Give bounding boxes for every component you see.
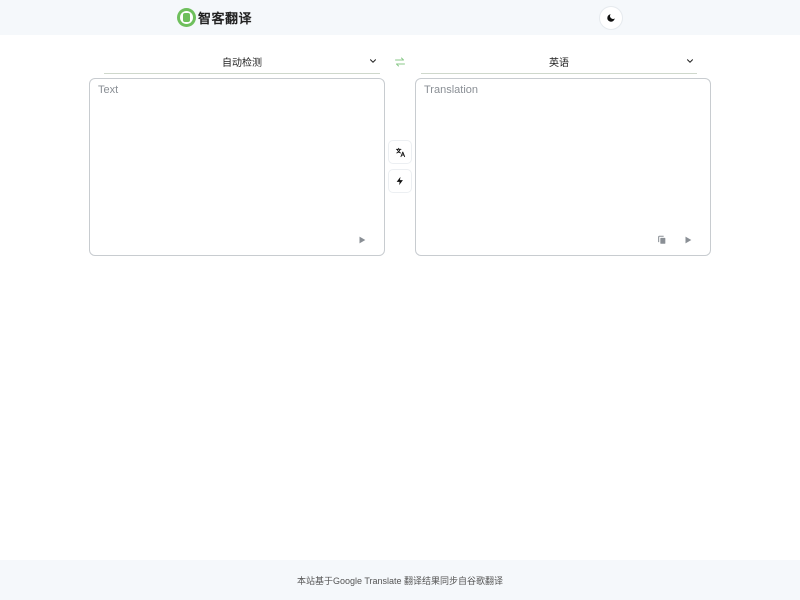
site-logo[interactable]: 智客翻译 bbox=[177, 7, 252, 28]
source-speak-button[interactable] bbox=[356, 234, 368, 246]
swap-languages-button[interactable] bbox=[391, 53, 409, 71]
source-text-input[interactable] bbox=[98, 84, 374, 224]
chevron-down-icon bbox=[686, 59, 694, 63]
top-header: 智客翻译 bbox=[0, 0, 800, 35]
instant-translate-button[interactable] bbox=[389, 170, 411, 192]
target-language-label: 英语 bbox=[549, 58, 569, 69]
copy-icon bbox=[658, 235, 666, 244]
swap-arrows-icon bbox=[395, 57, 405, 67]
target-language-select[interactable]: 英语 bbox=[421, 50, 697, 74]
logo-text: 智客翻译 bbox=[198, 12, 253, 27]
source-language-label: 自动检测 bbox=[222, 58, 262, 69]
source-language-select[interactable]: 自动检测 bbox=[104, 50, 380, 74]
theme-toggle-button[interactable] bbox=[600, 7, 622, 29]
lightning-icon bbox=[396, 176, 403, 186]
translation-panel bbox=[415, 78, 711, 256]
play-icon bbox=[685, 236, 692, 244]
translation-output[interactable] bbox=[424, 84, 700, 224]
copy-translation-button[interactable] bbox=[656, 234, 668, 246]
chevron-down-icon bbox=[369, 59, 377, 63]
page-footer: 本站基于Google Translate 翻译结果同步自谷歌翻译 bbox=[0, 560, 800, 600]
source-text-panel bbox=[89, 78, 385, 256]
moon-icon bbox=[607, 14, 615, 22]
translation-speak-button[interactable] bbox=[682, 234, 694, 246]
footer-text: 本站基于Google Translate 翻译结果同步自谷歌翻译 bbox=[296, 575, 504, 586]
play-icon bbox=[359, 236, 366, 244]
translate-icon bbox=[395, 147, 405, 157]
logo-mark-icon bbox=[177, 8, 196, 27]
translate-button[interactable] bbox=[389, 141, 411, 163]
